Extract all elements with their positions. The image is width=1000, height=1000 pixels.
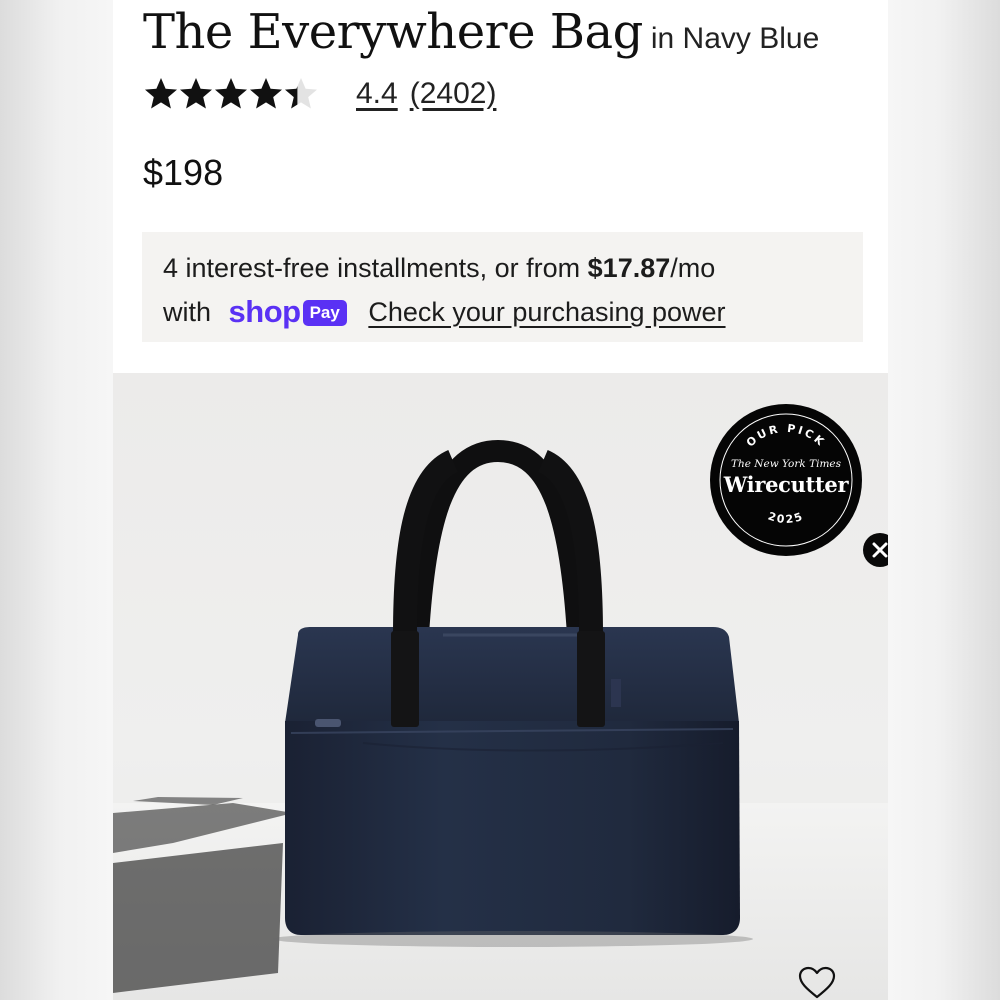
star-rating xyxy=(143,76,318,112)
shop-pay-pill: Pay xyxy=(302,300,347,326)
heart-icon xyxy=(798,966,836,999)
installments-amount: $17.87 xyxy=(587,253,671,283)
star-icon xyxy=(215,78,247,109)
product-color: in Navy Blue xyxy=(650,22,820,55)
rating-row: 4.4 (2402) xyxy=(143,72,496,116)
installments-text: 4 interest-free installments, or from xyxy=(163,253,588,283)
installments-line-1: 4 interest-free installments, or from $1… xyxy=(163,246,863,290)
star-icon xyxy=(250,78,282,109)
installments-period: /mo xyxy=(670,253,716,283)
badge-publisher: The New York Times xyxy=(730,458,842,470)
badge-brand: Wirecutter xyxy=(723,472,849,497)
product-title: The Everywhere Bag xyxy=(143,4,643,60)
star-icon xyxy=(180,78,212,109)
product-image[interactable]: OUR PICK 2025 The New York Times Wirecut… xyxy=(113,373,888,1000)
installments-box: 4 interest-free installments, or from $1… xyxy=(142,232,863,342)
star-icon xyxy=(285,78,317,109)
wishlist-button[interactable] xyxy=(797,965,837,1000)
product-panel: The Everywhere Bag in Navy Blue 4.4 (2402… xyxy=(113,0,888,1000)
installments-with: with xyxy=(163,297,212,327)
title-row: The Everywhere Bag in Navy Blue xyxy=(143,4,819,60)
close-icon xyxy=(872,542,888,558)
svg-text:OUR PICK: OUR PICK xyxy=(744,422,828,450)
svg-text:2025: 2025 xyxy=(766,509,806,526)
product-price: $198 xyxy=(143,152,224,193)
badge-year: 2025 xyxy=(766,509,804,526)
star-icon xyxy=(145,78,177,109)
rating-score-link[interactable]: 4.4 xyxy=(356,77,398,111)
purchasing-power-link[interactable]: Check your purchasing power xyxy=(368,297,725,327)
badge-top-text: OUR PICK xyxy=(744,422,826,450)
shop-pay-logo: shop xyxy=(228,294,302,329)
review-count-link[interactable]: (2402) xyxy=(410,77,497,111)
installments-line-2: with shop Pay Check your purchasing power xyxy=(163,290,863,334)
wirecutter-badge: OUR PICK 2025 The New York Times Wirecut… xyxy=(710,404,862,556)
